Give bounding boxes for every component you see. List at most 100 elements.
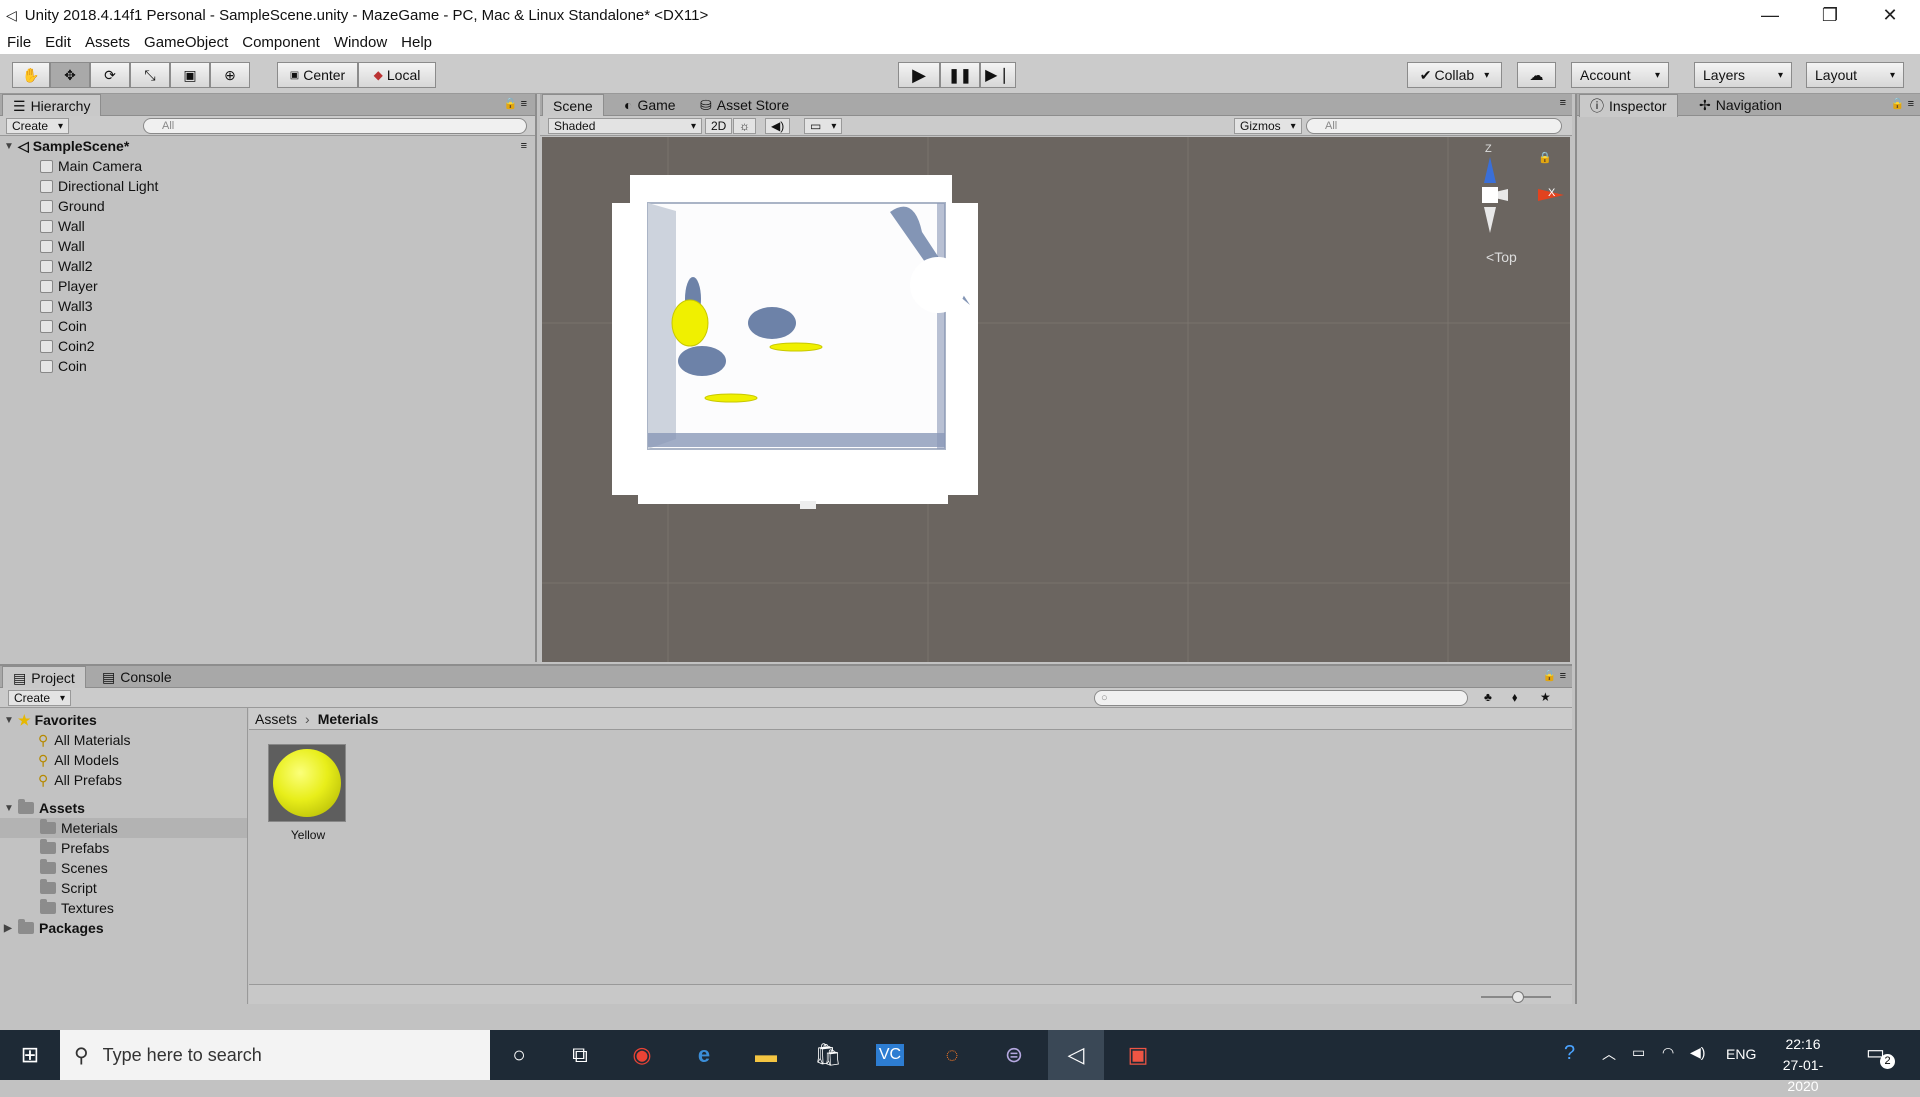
tab-project[interactable]: ▤ Project <box>2 666 86 689</box>
scene-root[interactable]: ▼ ◁ SampleScene* ≡ <box>0 136 535 156</box>
hierarchy-item[interactable]: Wall <box>0 216 535 236</box>
shading-dropdown[interactable]: Shaded <box>548 118 702 134</box>
language-indicator[interactable]: ENG <box>1726 1046 1756 1062</box>
panel-menu-icon[interactable]: 🔒 ≡ <box>504 97 527 110</box>
filter-type-icon[interactable]: ♣ <box>1484 690 1492 704</box>
menu-assets[interactable]: Assets <box>78 34 137 51</box>
hierarchy-search-input[interactable]: All <box>143 118 527 134</box>
panel-menu-icon[interactable]: 🔒 ≡ <box>1891 97 1914 110</box>
asset-folder[interactable]: Prefabs <box>0 838 247 858</box>
lock-icon[interactable]: 🔒 <box>1538 151 1552 164</box>
battery-icon[interactable]: ▭ <box>1632 1044 1645 1061</box>
layout-dropdown[interactable]: Layout <box>1806 62 1904 88</box>
effects-dropdown[interactable]: ▭ <box>804 118 843 134</box>
breadcrumb-materials[interactable]: Meterials <box>318 711 379 727</box>
rect-tool-button[interactable]: ▣ <box>170 62 210 88</box>
favorite-item[interactable]: ⚲ All Materials <box>0 730 247 750</box>
transform-tool-button[interactable]: ⊕ <box>210 62 250 88</box>
eclipse-taskbar-button[interactable]: ⊜ <box>986 1030 1042 1080</box>
collapse-arrow-icon[interactable]: ▶ <box>4 923 18 934</box>
hierarchy-item[interactable]: Coin2 <box>0 336 535 356</box>
vc-taskbar-button[interactable]: VC <box>862 1030 918 1080</box>
layers-dropdown[interactable]: Layers <box>1694 62 1792 88</box>
menu-edit[interactable]: Edit <box>38 34 78 51</box>
scene-search-input[interactable]: All <box>1306 118 1562 134</box>
hierarchy-item[interactable]: Ground <box>0 196 535 216</box>
help-icon[interactable]: ? <box>1564 1042 1575 1065</box>
cortana-button[interactable]: ○ <box>491 1030 547 1080</box>
notification-center-button[interactable]: ▭ 2 <box>1866 1040 1895 1069</box>
close-button[interactable]: ✕ <box>1860 0 1920 30</box>
expand-arrow-icon[interactable]: ▼ <box>4 715 18 726</box>
expand-arrow-icon[interactable]: ▼ <box>4 141 18 152</box>
tab-console[interactable]: ▤ Console <box>92 666 182 688</box>
view-label-wrap[interactable]: <Top <box>1486 249 1517 265</box>
pivot-local-button[interactable]: ◆ Local <box>358 62 436 88</box>
project-search-input[interactable]: ○ <box>1094 690 1468 706</box>
assets-root[interactable]: ▼ Assets <box>0 798 247 818</box>
jupyter-taskbar-button[interactable]: ◌ <box>924 1030 980 1080</box>
edge-taskbar-button[interactable]: e <box>676 1030 732 1080</box>
tab-scene[interactable]: Scene <box>542 94 604 117</box>
scale-tool-button[interactable]: ⤡ <box>130 62 170 88</box>
account-dropdown[interactable]: Account <box>1571 62 1669 88</box>
step-button[interactable]: ▶❘ <box>980 62 1016 88</box>
wifi-icon[interactable]: ◠ <box>1662 1044 1674 1061</box>
hierarchy-item[interactable]: Main Camera <box>0 156 535 176</box>
hand-tool-button[interactable]: ✋ <box>12 62 50 88</box>
tab-hierarchy[interactable]: ☰ Hierarchy <box>2 94 102 117</box>
menu-file[interactable]: File <box>0 34 38 51</box>
pause-button[interactable]: ❚❚ <box>940 62 980 88</box>
tab-navigation[interactable]: ✢ Navigation <box>1689 94 1792 116</box>
store-taskbar-button[interactable]: 🛍 <box>800 1030 856 1080</box>
collab-dropdown[interactable]: ✔ Collab <box>1407 62 1502 88</box>
tab-asset-store[interactable]: ⛁ Asset Store <box>690 94 799 116</box>
panel-menu-icon[interactable]: 🔒 ≡ <box>1543 669 1566 682</box>
explorer-taskbar-button[interactable]: ▬ <box>738 1030 794 1080</box>
asset-folder-selected[interactable]: Meterials <box>0 818 247 838</box>
zoom-slider-thumb[interactable] <box>1512 991 1524 1003</box>
start-button[interactable]: ⊞ <box>2 1030 58 1080</box>
scene-menu-icon[interactable]: ≡ <box>521 140 527 152</box>
volume-icon[interactable]: ◀) <box>1690 1044 1705 1061</box>
toggle-2d-button[interactable]: 2D <box>705 118 733 134</box>
hierarchy-create-button[interactable]: Create <box>6 118 70 134</box>
hierarchy-item[interactable]: Directional Light <box>0 176 535 196</box>
maximize-button[interactable]: ❐ <box>1800 0 1860 30</box>
gizmos-dropdown[interactable]: Gizmos <box>1234 118 1302 134</box>
project-create-button[interactable]: Create <box>8 690 72 706</box>
breadcrumb-assets[interactable]: Assets <box>255 711 297 727</box>
hierarchy-item[interactable]: Coin <box>0 316 535 336</box>
scene-viewport[interactable]: Z X 🔒 <Top <box>542 137 1570 662</box>
packages-root[interactable]: ▶ Packages <box>0 918 247 938</box>
hierarchy-item[interactable]: Wall2 <box>0 256 535 276</box>
play-button[interactable]: ▶ <box>898 62 940 88</box>
chrome-taskbar-button[interactable]: ◉ <box>614 1030 670 1080</box>
favorite-item[interactable]: ⚲ All Prefabs <box>0 770 247 790</box>
menu-component[interactable]: Component <box>235 34 327 51</box>
hierarchy-item[interactable]: Player <box>0 276 535 296</box>
taskbar-search-box[interactable]: ⚲ Type here to search <box>60 1030 490 1080</box>
expand-arrow-icon[interactable]: ▼ <box>4 803 18 814</box>
asset-item[interactable]: Yellow <box>268 744 348 842</box>
tray-chevron-icon[interactable]: ︿ <box>1602 1044 1616 1064</box>
minimize-button[interactable]: — <box>1740 0 1800 30</box>
panel-menu-icon[interactable]: ≡ <box>1560 97 1566 109</box>
rotate-tool-button[interactable]: ⟳ <box>90 62 130 88</box>
favorite-item[interactable]: ⚲ All Models <box>0 750 247 770</box>
filter-label-icon[interactable]: ⬧ <box>1512 690 1517 705</box>
cloud-button[interactable]: ☁ <box>1517 62 1556 88</box>
asset-folder[interactable]: Script <box>0 878 247 898</box>
pivot-center-button[interactable]: ▣ Center <box>277 62 358 88</box>
menu-help[interactable]: Help <box>394 34 439 51</box>
asset-folder[interactable]: Scenes <box>0 858 247 878</box>
hierarchy-item[interactable]: Wall3 <box>0 296 535 316</box>
hierarchy-item[interactable]: Wall <box>0 236 535 256</box>
tab-game[interactable]: ◐ Game <box>614 94 686 116</box>
acrobat-taskbar-button[interactable]: ▣ <box>1110 1030 1166 1080</box>
move-tool-button[interactable]: ✥ <box>50 62 90 88</box>
hierarchy-item[interactable]: Coin <box>0 356 535 376</box>
audio-toggle[interactable]: ◀) <box>765 118 791 134</box>
menu-gameobject[interactable]: GameObject <box>137 34 235 51</box>
favorite-star-icon[interactable]: ★ <box>1540 690 1551 704</box>
